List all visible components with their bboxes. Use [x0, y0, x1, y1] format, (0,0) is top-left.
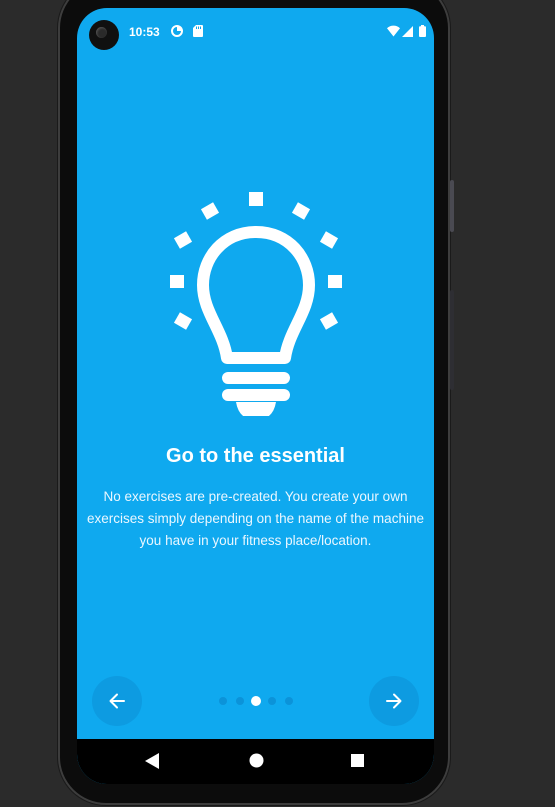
onboarding-title: Go to the essential	[166, 445, 345, 467]
back-triangle-icon[interactable]	[145, 753, 159, 774]
data-saver-icon	[171, 24, 183, 42]
recents-square-icon[interactable]	[351, 754, 364, 772]
front-camera	[89, 20, 119, 50]
home-circle-icon[interactable]	[249, 753, 264, 773]
sd-card-icon	[193, 24, 203, 42]
wifi-icon	[387, 24, 400, 42]
page-dot-1[interactable]	[219, 697, 227, 705]
volume-button	[450, 290, 454, 390]
page-dot-4[interactable]	[268, 697, 276, 705]
page-indicator	[217, 695, 294, 707]
previous-page-button[interactable]	[92, 676, 142, 726]
lightbulb-icon	[170, 192, 342, 421]
power-button	[450, 180, 454, 232]
status-bar: 10:53	[77, 8, 434, 56]
arrow-left-icon	[109, 693, 125, 709]
page-dot-2[interactable]	[236, 697, 244, 705]
onboarding-description: No exercises are pre-created. You create…	[87, 489, 424, 548]
battery-icon	[419, 24, 426, 42]
arrow-right-icon	[386, 693, 402, 709]
signal-icon	[402, 24, 413, 42]
page-dot-5[interactable]	[285, 697, 293, 705]
status-time: 10:53	[129, 25, 160, 39]
next-page-button[interactable]	[369, 676, 419, 726]
app-screen: 10:53 Go to the essential No exercises a…	[77, 8, 434, 784]
system-navigation-bar	[77, 739, 434, 784]
page-dot-3-active[interactable]	[251, 696, 261, 706]
